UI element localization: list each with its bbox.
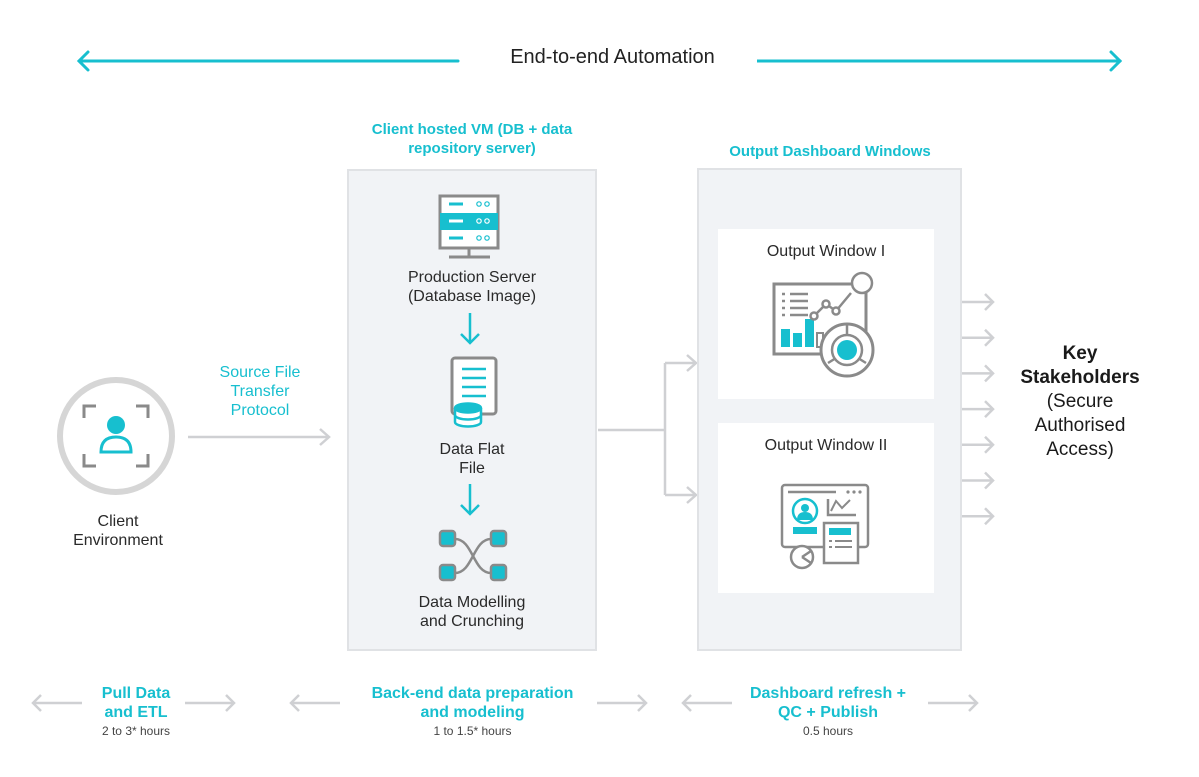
stakeholders-line5: Access) (1046, 439, 1114, 460)
flat-file-icon (450, 356, 498, 428)
stage-1-right-arrow (185, 694, 236, 712)
user-focus-icon (57, 377, 175, 495)
stage-2-left-arrow (289, 694, 340, 712)
step-2-line2: File (459, 460, 485, 477)
stakeholder-arrow (962, 293, 995, 311)
stakeholder-arrow (962, 328, 995, 347)
stage-1-title-line1: Pull Data (101, 685, 171, 702)
vm-header: Client hosted VM (DB + data repository s… (335, 120, 609, 158)
stage-2-title: Back-end data preparation and modeling (340, 684, 605, 722)
client-environment-node (55, 375, 177, 497)
vm-panel: Production Server (Database Image) Data … (347, 169, 597, 651)
stage-3-left-arrow (681, 694, 732, 712)
server-icon (438, 194, 500, 259)
end-to-end-title: End-to-end Automation (468, 46, 757, 69)
stage-1-title-line2: and ETL (104, 704, 168, 721)
step-data-modelling-label: Data Modelling and Crunching (349, 593, 595, 631)
step-3-line1: Data Modelling (418, 594, 526, 611)
dashboard-header: Output Dashboard Windows (729, 143, 931, 160)
transfer-line1: Source File (219, 364, 301, 381)
profile-dashboard-icon (780, 483, 870, 570)
step-production-server-label: Production Server (Database Image) (349, 268, 595, 306)
vm-to-dashboard-connector (598, 354, 698, 504)
stakeholder-arrow (962, 507, 995, 526)
output-window-1-title: Output Window I (766, 243, 886, 260)
arrow-down-icon (460, 484, 480, 516)
client-label-line2: Environment (73, 532, 163, 549)
arrow-down-icon (460, 313, 480, 345)
stakeholder-arrow (962, 400, 995, 418)
output-window-2-title: Output Window II (764, 437, 888, 454)
stage-2-title-line1: Back-end data preparation (371, 685, 574, 702)
dashboard-panel: Output Window I Output Window II (697, 168, 962, 651)
output-window-1[interactable]: Output Window I (718, 229, 934, 399)
stakeholders-line1: Key (1062, 343, 1098, 364)
stage-3-title-line1: Dashboard refresh + (749, 685, 907, 702)
client-environment-label: Client Environment (40, 512, 196, 550)
stage-3-right-arrow (928, 694, 979, 712)
stakeholders-line4: Authorised (1034, 415, 1126, 436)
stakeholders-line3: (Secure (1046, 391, 1114, 412)
stage-dashboard-refresh: Dashboard refresh + QC + Publish 0.5 hou… (728, 684, 928, 738)
stage-3-duration: 0.5 hours (802, 724, 854, 738)
analytics-dashboard-icon (772, 271, 875, 378)
transfer-line3: Protocol (230, 402, 290, 419)
stakeholder-arrow (962, 471, 995, 490)
vm-header-line1: Client hosted VM (DB + data (371, 121, 573, 138)
key-stakeholders: Key Stakeholders (Secure Authorised Acce… (1005, 342, 1155, 462)
stakeholder-arrow (962, 364, 995, 383)
transfer-line2: Transfer (230, 383, 290, 400)
stage-1-duration: 2 to 3* hours (101, 724, 171, 738)
stage-2-title-line2: and modeling (420, 704, 525, 721)
transfer-protocol-label: Source File Transfer Protocol (195, 363, 325, 420)
stage-backend-prep: Back-end data preparation and modeling 1… (340, 684, 605, 738)
stakeholders-line2: Stakeholders (1020, 367, 1140, 388)
stage-1-left-arrow (31, 694, 82, 712)
step-2-line1: Data Flat (439, 441, 505, 458)
stage-3-title: Dashboard refresh + QC + Publish (728, 684, 928, 722)
output-window-2[interactable]: Output Window II (718, 423, 934, 593)
step-1-line2: (Database Image) (407, 288, 537, 305)
stage-2-duration: 1 to 1.5* hours (433, 724, 512, 738)
vm-header-line2: repository server) (408, 140, 536, 157)
data-modelling-icon (438, 529, 508, 582)
stage-1-title: Pull Data and ETL (80, 684, 192, 722)
client-label-line1: Client (97, 513, 139, 530)
step-1-line1: Production Server (407, 269, 537, 286)
stage-3-title-line2: QC + Publish (777, 704, 878, 721)
stage-pull-data: Pull Data and ETL 2 to 3* hours (80, 684, 192, 738)
step-3-line2: and Crunching (419, 613, 525, 630)
transfer-arrow (188, 428, 331, 446)
stakeholder-arrows (962, 293, 995, 526)
stakeholder-arrow (962, 435, 995, 454)
step-flat-file-label: Data Flat File (349, 440, 595, 478)
